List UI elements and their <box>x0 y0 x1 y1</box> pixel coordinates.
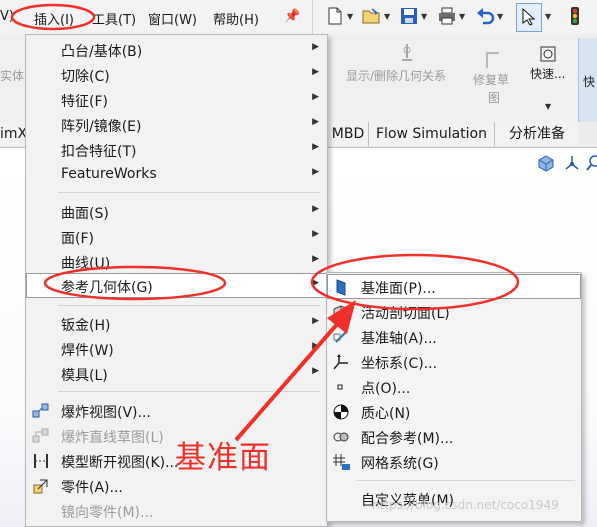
view-orientation-cube-icon[interactable] <box>537 154 555 172</box>
submenu-arrow-icon: ▶ <box>312 229 319 239</box>
undo-dropdown-icon[interactable]: ▼ <box>497 12 503 21</box>
menu-insert[interactable]: 插入(I) <box>34 9 74 28</box>
submenu-item-coordinate-system[interactable]: 坐标系(C)... <box>327 349 581 374</box>
model-break-view-icon <box>34 454 48 468</box>
show-delete-relations-label[interactable]: 显示/删除几何关系 <box>346 68 446 84</box>
show-delete-relations-icon[interactable] <box>396 42 418 66</box>
submenu-arrow-icon: ▶ <box>312 204 319 214</box>
coordinate-system-icon <box>333 354 348 370</box>
part-icon <box>33 479 48 494</box>
menu-item-reference-geometry[interactable]: 参考几何体(G) ▶ <box>26 273 327 298</box>
menu-item-molds[interactable]: 模具(L) ▶ <box>26 361 327 386</box>
watermark-text: https://blog.csdn.net/coco1949 <box>372 498 559 512</box>
new-dropdown-icon[interactable]: ▼ <box>347 12 353 21</box>
submenu-arrow-icon: ▶ <box>312 366 319 376</box>
quick-label-partial: 快 <box>583 75 596 89</box>
point-icon <box>337 384 343 390</box>
menu-item-exploded-view[interactable]: 爆炸视图(V)... <box>26 398 327 423</box>
menu-view-partial[interactable]: V) <box>0 9 14 24</box>
pin-icon[interactable]: 📌 <box>284 9 300 24</box>
open-folder-icon[interactable] <box>361 6 381 26</box>
tab-simxpert-partial[interactable]: imX <box>0 122 27 146</box>
center-of-mass-icon <box>333 404 349 420</box>
repair-sketch-label-2[interactable]: 图 <box>488 90 500 106</box>
quick-snaps-label[interactable]: 快速... <box>530 66 565 82</box>
menu-window[interactable]: 窗口(W) <box>148 9 197 28</box>
mate-reference-icon <box>333 432 349 442</box>
submenu-item-point[interactable]: 点(O)... <box>327 374 581 399</box>
open-dropdown-icon[interactable]: ▼ <box>384 12 390 21</box>
print-icon[interactable] <box>437 6 457 26</box>
submenu-item-plane[interactable]: 基准面(P)... <box>327 274 581 299</box>
submenu-item-mate-reference[interactable]: 配合参考(M)... <box>327 424 581 449</box>
menu-item-weldments[interactable]: 焊件(W) ▶ <box>26 336 327 361</box>
menu-help[interactable]: 帮助(H) <box>213 9 259 28</box>
select-tool-button[interactable] <box>516 3 542 32</box>
reference-geometry-submenu: 基准面(P)... 活动剖切面(L) 基准轴(A)... 坐标系(C)... 点… <box>326 272 582 522</box>
explode-line-sketch-icon <box>32 428 49 443</box>
menu-item-boss-base[interactable]: 凸台/基体(B) ▶ <box>26 37 327 62</box>
annotation-label: 基准面 <box>175 440 271 476</box>
tab-flow-simulation[interactable]: Flow Simulation <box>369 122 495 146</box>
menu-item-curve[interactable]: 曲线(U) ▶ <box>26 249 327 274</box>
cursor-arrow-icon <box>522 8 536 26</box>
repair-sketch-label-1[interactable]: 修复草 <box>473 72 509 88</box>
submenu-arrow-icon: ▶ <box>312 117 319 127</box>
submenu-separator <box>357 480 575 481</box>
menu-item-face[interactable]: 面(F) ▶ <box>26 224 327 249</box>
explode-view-icon <box>32 403 49 418</box>
submenu-arrow-icon: ▶ <box>312 67 319 77</box>
menu-item-features[interactable]: 特征(F) ▶ <box>26 87 327 112</box>
print-dropdown-icon[interactable]: ▼ <box>459 12 465 21</box>
menu-item-pattern-mirror[interactable]: 阵列/镜像(E) ▶ <box>26 112 327 137</box>
tab-analysis-prep[interactable]: 分析准备 <box>495 122 579 146</box>
repair-sketch-icon[interactable] <box>484 50 504 70</box>
new-document-icon[interactable] <box>325 6 345 26</box>
axis-triad-icon[interactable] <box>563 154 581 172</box>
submenu-arrow-icon: ▶ <box>312 92 319 102</box>
quick-snaps-icon[interactable] <box>538 44 558 64</box>
submenu-arrow-icon: ▶ <box>312 254 319 264</box>
submenu-item-grid-system[interactable]: 网格系统(G) <box>327 449 581 474</box>
menu-tools[interactable]: 工具(T) <box>92 9 136 28</box>
submenu-arrow-icon: ▶ <box>312 341 319 351</box>
submenu-arrow-icon: ▶ <box>312 142 319 152</box>
menu-separator <box>58 305 320 306</box>
traffic-light-icon[interactable] <box>565 6 585 26</box>
submenu-arrow-icon: ▶ <box>312 167 319 177</box>
menu-item-cut[interactable]: 切除(C) ▶ <box>26 62 327 87</box>
submenu-item-live-section-plane[interactable]: 活动剖切面(L) <box>327 299 581 324</box>
submenu-item-center-of-mass[interactable]: 质心(N) <box>327 399 581 424</box>
grid-system-icon <box>333 454 350 470</box>
submenu-arrow-icon: ▶ <box>312 316 319 326</box>
plane-icon <box>336 279 346 296</box>
submenu-arrow-icon: ▶ <box>312 278 319 288</box>
select-dropdown-icon[interactable]: ▼ <box>545 12 551 21</box>
axis-icon <box>333 331 347 343</box>
menu-separator <box>58 391 320 392</box>
menu-separator <box>58 192 320 193</box>
menu-bar: V) 插入(I) 工具(T) 窗口(W) 帮助(H) 📌 <box>0 0 312 35</box>
quick-button-partial[interactable]: 快 <box>578 38 597 122</box>
menu-item-mirror-part[interactable]: 镜向零件(M)... <box>26 498 327 523</box>
zoom-icon-partial[interactable] <box>586 154 597 172</box>
undo-icon[interactable] <box>475 6 495 26</box>
submenu-item-axis[interactable]: 基准轴(A)... <box>327 324 581 349</box>
live-section-plane-icon <box>333 305 349 321</box>
save-dropdown-icon[interactable]: ▼ <box>421 12 427 21</box>
save-icon[interactable] <box>399 6 419 26</box>
menu-item-sheet-metal[interactable]: 钣金(H) ▶ <box>26 311 327 336</box>
submenu-arrow-icon: ▶ <box>312 42 319 52</box>
quick-snaps-dropdown-icon[interactable]: ▼ <box>545 102 551 111</box>
menu-item-surface[interactable]: 曲面(S) ▶ <box>26 199 327 224</box>
tab-mbd[interactable]: MBD <box>328 122 369 146</box>
menu-item-featureworks[interactable]: FeatureWorks ▶ <box>26 162 327 187</box>
menu-item-fastening-feature[interactable]: 扣合特征(T) ▶ <box>26 137 327 162</box>
standard-toolbar: ▼ ▼ ▼ ▼ ▼ ▼ <box>312 0 597 35</box>
